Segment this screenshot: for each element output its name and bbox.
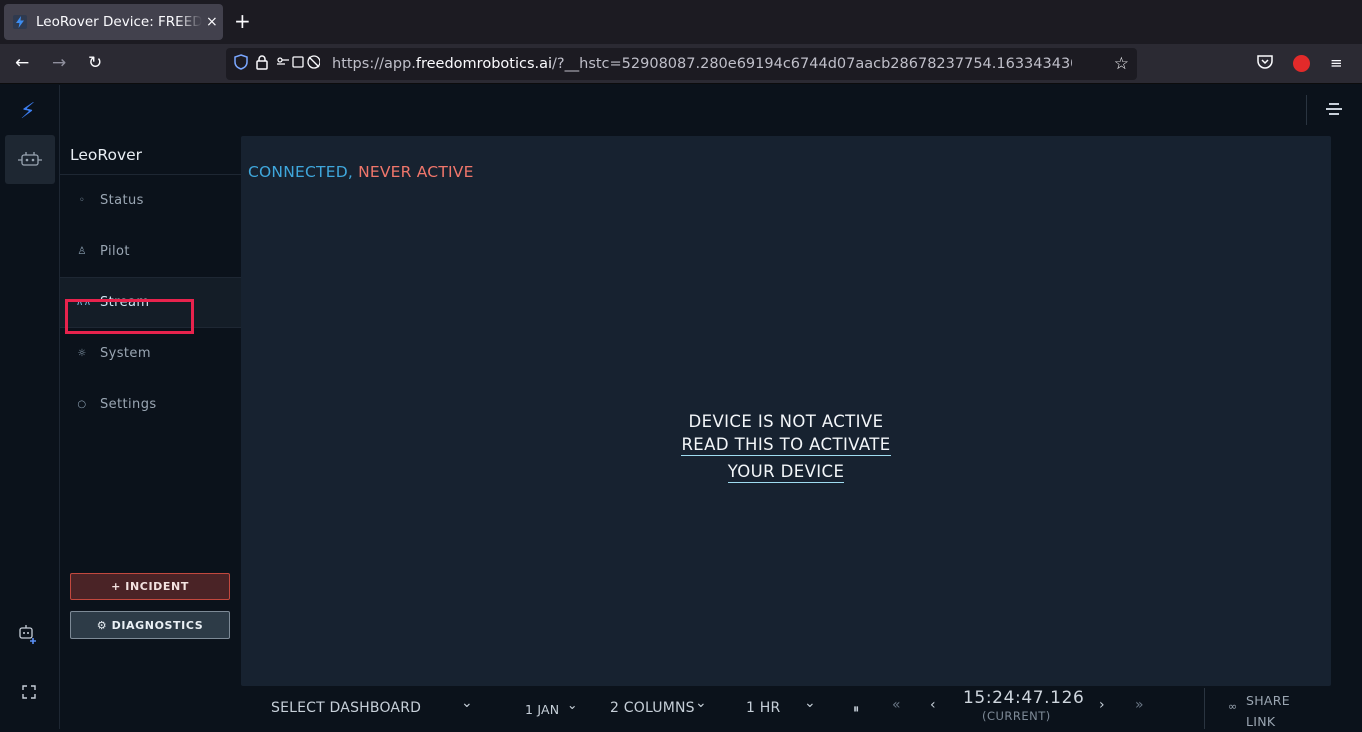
- select-dashboard[interactable]: SELECT DASHBOARD: [271, 700, 421, 716]
- current-time: 15:24:47.126: [963, 688, 1085, 708]
- browser-tab-bar: LeoRover Device: FREEDOM ROBOTICS × +: [0, 0, 1362, 44]
- lock-icon[interactable]: [256, 54, 268, 74]
- forward-button[interactable]: →: [52, 53, 66, 73]
- sidebar-item-label: Pilot: [100, 244, 130, 259]
- date-chevron-icon[interactable]: ⌄: [567, 697, 578, 712]
- sidebar-item-system[interactable]: ☼ System: [60, 328, 241, 379]
- favicon-icon: [13, 15, 27, 29]
- new-tab-button[interactable]: +: [234, 10, 251, 32]
- diagnostics-button[interactable]: ⚙ DIAGNOSTICS: [70, 611, 230, 639]
- sidebar-item-settings[interactable]: ○ Settings: [60, 379, 241, 430]
- sidebar-item-label: Status: [100, 193, 144, 208]
- sidebar-item-label: Settings: [100, 397, 157, 412]
- settings-highlight-box: [65, 299, 194, 334]
- next-icon[interactable]: ›: [1099, 697, 1105, 713]
- back-button[interactable]: ←: [15, 53, 29, 73]
- time-status: (CURRENT): [982, 709, 1051, 723]
- sidebar-item-pilot[interactable]: ♙ Pilot: [60, 226, 241, 277]
- dashboard-chevron-icon[interactable]: ⌄: [461, 695, 473, 711]
- timeline-bar: SELECT DASHBOARD ⌄ 1 JAN ⌄ 2 COLUMNS ⌄ 1…: [241, 686, 1362, 729]
- device-name: LeoRover: [70, 146, 143, 164]
- freedom-logo-icon[interactable]: ⚡: [20, 99, 35, 124]
- fullscreen-icon[interactable]: [22, 685, 36, 703]
- tab-close-icon[interactable]: ×: [206, 14, 218, 30]
- device-sidebar: LeoRover ◦ Status ♙ Pilot ∧∧ Stream ☼ Sy…: [60, 85, 241, 729]
- inactive-notice: DEVICE IS NOT ACTIVE READ THIS TO ACTIVA…: [241, 412, 1331, 485]
- browser-nav-bar: ← → ↻ https://app.freedomrobotics.ai/?__…: [0, 44, 1362, 84]
- extension-icon[interactable]: [1293, 55, 1310, 72]
- fast-forward-icon[interactable]: »: [1135, 697, 1144, 713]
- columns-chevron-icon[interactable]: ⌄: [695, 695, 707, 711]
- options-menu-icon[interactable]: [1326, 103, 1342, 118]
- shield-icon[interactable]: [234, 54, 248, 74]
- notice-title: DEVICE IS NOT ACTIVE: [688, 412, 884, 431]
- incident-button[interactable]: + INCIDENT: [70, 573, 230, 600]
- permissions-icon[interactable]: [276, 54, 321, 74]
- header-divider: [1306, 95, 1307, 125]
- pilot-icon: ♙: [77, 246, 87, 257]
- prev-icon[interactable]: ‹: [930, 697, 936, 713]
- robot-icon[interactable]: [5, 135, 55, 184]
- status-icon: ◦: [78, 195, 86, 206]
- main-panel: CONNECTED, NEVER ACTIVE DEVICE IS NOT AC…: [241, 136, 1331, 686]
- share-divider: [1204, 688, 1205, 729]
- columns-select[interactable]: 2 COLUMNS: [610, 700, 695, 716]
- system-icon: ☼: [77, 348, 87, 359]
- pocket-icon[interactable]: [1257, 54, 1273, 73]
- url-text[interactable]: https://app.freedomrobotics.ai/?__hstc=5…: [332, 56, 1072, 72]
- connection-status: CONNECTED, NEVER ACTIVE: [248, 163, 474, 181]
- url-bar[interactable]: https://app.freedomrobotics.ai/?__hstc=5…: [226, 48, 1137, 80]
- rewind-icon[interactable]: «: [892, 697, 901, 713]
- range-chevron-icon[interactable]: ⌄: [804, 695, 816, 711]
- app-menu-icon[interactable]: ≡: [1330, 54, 1343, 72]
- share-link-button[interactable]: SHARE LINK: [1246, 690, 1290, 732]
- date-select[interactable]: 1 JAN: [525, 702, 559, 717]
- settings-icon: ○: [77, 399, 87, 410]
- tab-title: LeoRover Device: FREEDOM ROBOTICS: [36, 14, 202, 30]
- pause-icon[interactable]: ⏸: [853, 701, 859, 717]
- reload-button[interactable]: ↻: [88, 53, 102, 73]
- activity-label: NEVER ACTIVE: [358, 163, 474, 181]
- sidebar-item-label: System: [100, 346, 151, 361]
- left-rail: ⚡: [0, 85, 60, 729]
- link-icon[interactable]: ∞: [1228, 700, 1237, 713]
- sidebar-item-status[interactable]: ◦ Status: [60, 175, 241, 226]
- activate-link[interactable]: READ THIS TO ACTIVATE YOUR DEVICE: [656, 431, 916, 485]
- bookmark-star-icon[interactable]: ☆: [1114, 54, 1129, 74]
- browser-tab[interactable]: LeoRover Device: FREEDOM ROBOTICS ×: [4, 4, 223, 40]
- add-robot-icon[interactable]: [18, 624, 38, 649]
- connected-label: CONNECTED,: [248, 163, 353, 181]
- range-select[interactable]: 1 HR: [746, 700, 780, 716]
- app-root: ⚡ LeoRover ◦ Status ♙ Pilot ∧∧ Stream ☼ …: [0, 85, 1362, 729]
